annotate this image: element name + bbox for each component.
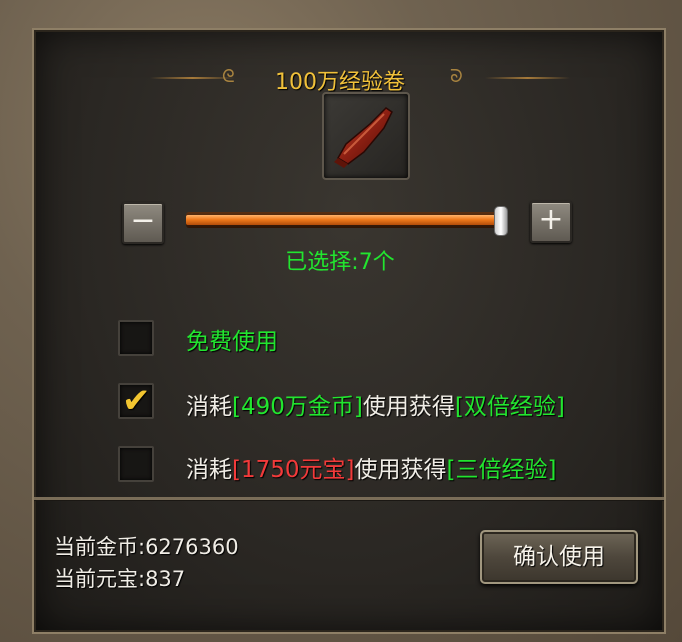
option-yuanbao-checkbox[interactable] — [118, 446, 154, 482]
option-cost: [490万金币] — [232, 394, 363, 420]
increase-button[interactable]: + — [530, 201, 572, 243]
confirm-use-button[interactable]: 确认使用 — [480, 530, 638, 584]
option-reward: [双倍经验] — [454, 394, 565, 420]
option-text: 使用获得 — [354, 457, 447, 483]
scroll-icon — [334, 107, 393, 168]
option-cost: [1750元宝] — [232, 457, 355, 483]
option-text: 免费使用 — [186, 329, 278, 355]
current-yuanbao: 当前元宝:837 — [54, 567, 186, 591]
option-text: 消耗 — [186, 394, 232, 420]
item-slot[interactable] — [322, 92, 410, 180]
option-yuanbao-label[interactable]: 消耗[1750元宝]使用获得[三倍经验] — [186, 450, 556, 484]
selected-count: 已选择:7个 — [285, 250, 395, 275]
title-ornament-right — [485, 77, 570, 79]
option-gold-label[interactable]: 消耗[490万金币]使用获得[双倍经验] — [186, 387, 565, 421]
option-free-checkbox[interactable] — [118, 320, 154, 356]
option-gold-checkbox[interactable]: ✔ — [118, 381, 154, 421]
quantity-slider-handle[interactable] — [494, 206, 508, 236]
option-text: 使用获得 — [362, 394, 455, 420]
option-free-label[interactable]: 免费使用 — [186, 322, 278, 356]
option-text: 消耗 — [186, 457, 232, 483]
swirl-ornament-right-icon: ᘐ — [450, 66, 463, 87]
option-reward: [三倍经验] — [446, 457, 557, 483]
current-gold: 当前金币:6276360 — [54, 535, 239, 559]
quantity-slider[interactable] — [186, 212, 504, 228]
quantity-slider-fill — [186, 215, 496, 225]
checkmark-icon: ✔ — [122, 381, 151, 421]
decrease-button[interactable]: − — [122, 202, 164, 244]
swirl-ornament-left-icon: ᘓ — [222, 66, 235, 87]
footer-divider — [34, 497, 664, 500]
